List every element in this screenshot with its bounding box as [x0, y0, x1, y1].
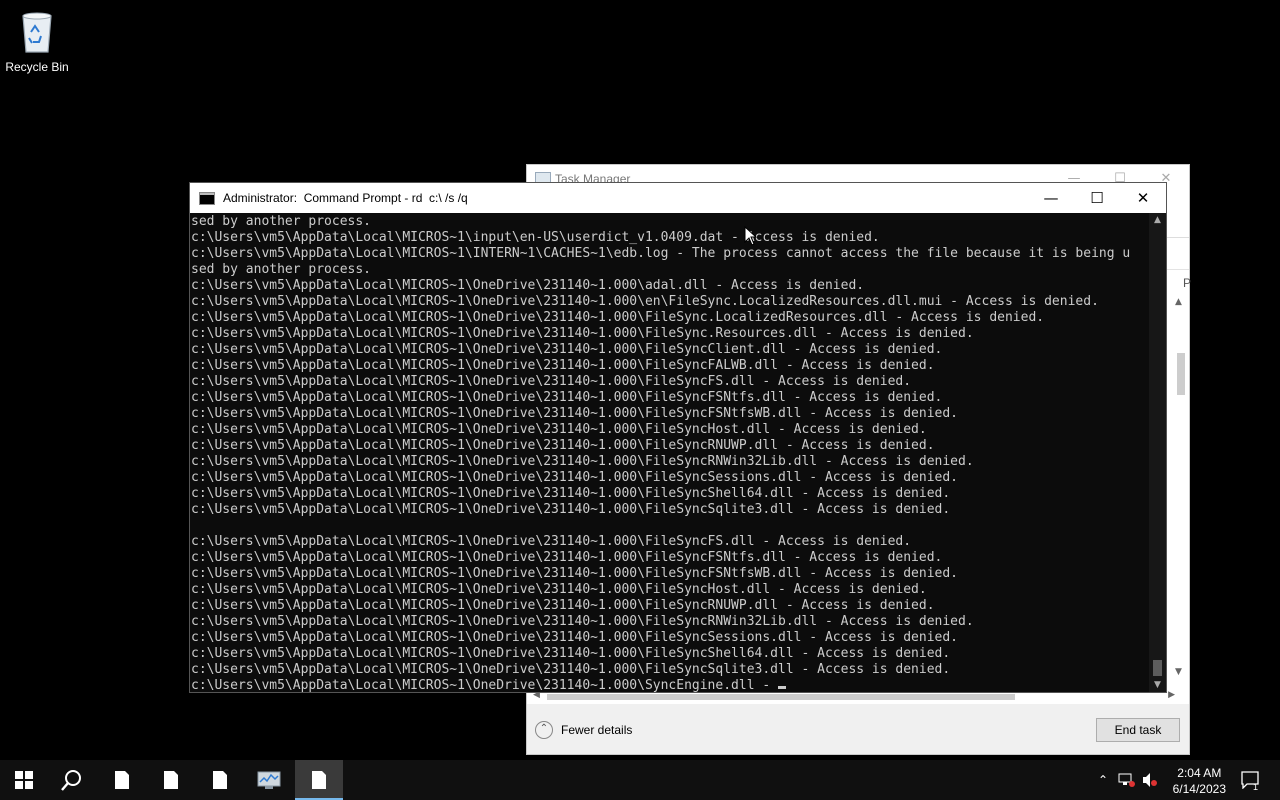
- scroll-down-icon[interactable]: ▼: [1149, 680, 1166, 690]
- console-line: c:\Users\vm5\AppData\Local\MICROS~1\INTE…: [191, 246, 1131, 261]
- mouse-pointer-icon: [744, 226, 758, 246]
- text-cursor: [778, 686, 786, 689]
- console-line: c:\Users\vm5\AppData\Local\MICROS~1\OneD…: [191, 454, 974, 469]
- scroll-thumb[interactable]: [1177, 353, 1185, 395]
- end-task-button[interactable]: End task: [1096, 718, 1180, 742]
- console-line: c:\Users\vm5\AppData\Local\MICROS~1\OneD…: [191, 630, 959, 645]
- recycle-bin-icon: [17, 8, 57, 54]
- volume-muted-icon[interactable]: [1142, 772, 1158, 788]
- taskbar-app-document-2[interactable]: [147, 760, 195, 800]
- document-icon: [312, 771, 326, 789]
- system-tray: ⌃: [1096, 760, 1158, 800]
- console-line: c:\Users\vm5\AppData\Local\MICROS~1\OneD…: [191, 358, 935, 373]
- notification-count: 1: [1253, 782, 1259, 792]
- close-icon[interactable]: ✕: [1120, 183, 1166, 213]
- clock-time: 2:04 AM: [1177, 766, 1222, 780]
- taskbar-app-document-1[interactable]: [98, 760, 146, 800]
- console-line: c:\Users\vm5\AppData\Local\MICROS~1\OneD…: [191, 566, 959, 581]
- taskbar-app-task-manager[interactable]: [245, 760, 293, 800]
- chevron-up-icon[interactable]: ⌃: [1096, 773, 1110, 787]
- search-icon: [61, 770, 81, 791]
- windows-logo-icon: [15, 771, 33, 789]
- column-header-partial[interactable]: P: [1183, 276, 1191, 290]
- console-line: sed by another process.: [191, 262, 372, 277]
- taskbar: ⌃ 2:04 AM 6/14/2023 1: [0, 760, 1280, 800]
- recycle-bin-label: Recycle Bin: [5, 60, 69, 74]
- console-line: c:\Users\vm5\AppData\Local\MICROS~1\OneD…: [191, 310, 1045, 325]
- console-line: c:\Users\vm5\AppData\Local\MICROS~1\OneD…: [191, 390, 943, 405]
- console-line: c:\Users\vm5\AppData\Local\MICROS~1\inpu…: [191, 230, 880, 245]
- fewer-details-label: Fewer details: [561, 723, 633, 737]
- console-line: c:\Users\vm5\AppData\Local\MICROS~1\OneD…: [191, 374, 912, 389]
- console-line: c:\Users\vm5\AppData\Local\MICROS~1\OneD…: [191, 502, 951, 517]
- console-line: c:\Users\vm5\AppData\Local\MICROS~1\OneD…: [191, 550, 943, 565]
- search-button[interactable]: [48, 760, 96, 800]
- recycle-bin-shortcut[interactable]: Recycle Bin: [4, 8, 70, 74]
- taskbar-app-document-3[interactable]: [196, 760, 244, 800]
- console-line: c:\Users\vm5\AppData\Local\MICROS~1\OneD…: [191, 678, 1149, 694]
- console-line: sed by another process.: [191, 214, 372, 229]
- scroll-up-icon[interactable]: ▲: [1175, 297, 1182, 307]
- console-line: c:\Users\vm5\AppData\Local\MICROS~1\OneD…: [191, 278, 865, 293]
- console-line: c:\Users\vm5\AppData\Local\MICROS~1\OneD…: [191, 326, 974, 341]
- maximize-icon[interactable]: ☐: [1074, 183, 1120, 213]
- task-manager-vscroll[interactable]: ▲ ▼: [1175, 297, 1187, 677]
- document-icon: [164, 771, 178, 789]
- scroll-down-icon[interactable]: ▼: [1175, 667, 1182, 677]
- command-prompt-window[interactable]: Administrator: Command Prompt - rd c:\ /…: [189, 182, 1167, 693]
- cmd-title: Administrator: Command Prompt - rd c:\ /…: [223, 191, 468, 205]
- console-line: c:\Users\vm5\AppData\Local\MICROS~1\OneD…: [191, 582, 927, 597]
- console-line: c:\Users\vm5\AppData\Local\MICROS~1\OneD…: [191, 662, 951, 677]
- console-line: c:\Users\vm5\AppData\Local\MICROS~1\OneD…: [191, 422, 927, 437]
- console-line: c:\Users\vm5\AppData\Local\MICROS~1\OneD…: [191, 598, 935, 613]
- cmd-vscroll[interactable]: ▲ ▼: [1149, 213, 1166, 692]
- cmd-icon: [199, 191, 215, 205]
- taskbar-app-command-prompt[interactable]: [295, 760, 343, 800]
- console-line: c:\Users\vm5\AppData\Local\MICROS~1\OneD…: [191, 534, 912, 549]
- console-line: c:\Users\vm5\AppData\Local\MICROS~1\OneD…: [191, 646, 951, 661]
- console-line: c:\Users\vm5\AppData\Local\MICROS~1\OneD…: [191, 406, 959, 421]
- hscroll-thumb[interactable]: [547, 694, 1015, 700]
- chevron-up-icon: ⌃: [535, 721, 553, 739]
- console-line: c:\Users\vm5\AppData\Local\MICROS~1\OneD…: [191, 470, 959, 485]
- console-line: c:\Users\vm5\AppData\Local\MICROS~1\OneD…: [191, 438, 935, 453]
- console-line: c:\Users\vm5\AppData\Local\MICROS~1\OneD…: [191, 614, 974, 629]
- scroll-right-icon[interactable]: ▶: [1168, 690, 1175, 700]
- minimize-icon[interactable]: —: [1028, 183, 1074, 213]
- scroll-up-icon[interactable]: ▲: [1149, 215, 1166, 225]
- scroll-thumb[interactable]: [1153, 660, 1162, 676]
- console-output[interactable]: sed by another process. c:\Users\vm5\AppD…: [191, 214, 1149, 694]
- fewer-details-link[interactable]: ⌃ Fewer details: [535, 721, 632, 739]
- start-button[interactable]: [0, 760, 48, 800]
- action-center-button[interactable]: 1: [1236, 760, 1266, 800]
- console-line: c:\Users\vm5\AppData\Local\MICROS~1\OneD…: [191, 294, 1099, 309]
- document-icon: [213, 771, 227, 789]
- network-icon[interactable]: [1118, 772, 1136, 788]
- console-line: c:\Users\vm5\AppData\Local\MICROS~1\OneD…: [191, 342, 943, 357]
- cmd-titlebar[interactable]: Administrator: Command Prompt - rd c:\ /…: [190, 183, 1166, 213]
- console-line: c:\Users\vm5\AppData\Local\MICROS~1\OneD…: [191, 486, 951, 501]
- task-manager-footer: ⌃ Fewer details End task: [527, 704, 1189, 754]
- clock[interactable]: 2:04 AM 6/14/2023: [1173, 765, 1226, 797]
- task-manager-icon: [257, 771, 281, 789]
- clock-date: 6/14/2023: [1172, 782, 1226, 796]
- document-icon: [115, 771, 129, 789]
